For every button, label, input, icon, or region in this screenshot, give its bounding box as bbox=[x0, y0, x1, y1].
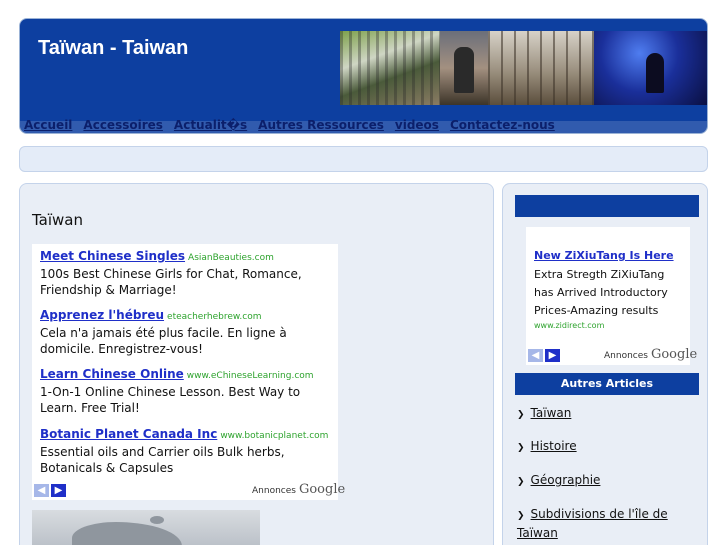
ad-description: Cela n'a jamais été plus facile. En lign… bbox=[40, 326, 287, 356]
article-link-histoire[interactable]: Histoire bbox=[531, 439, 577, 453]
sidebar-header-bar bbox=[515, 195, 699, 217]
main-nav: Accueil Accessoires Actualit�s Autres Re… bbox=[20, 118, 555, 134]
nav-link-autres-ressources[interactable]: Autres Ressources bbox=[258, 118, 384, 134]
chevron-left-icon[interactable]: ◀ bbox=[528, 349, 543, 362]
main-content: Taïwan Meet Chinese Singles AsianBeauties… bbox=[19, 183, 494, 545]
ad-item: Meet Chinese Singles AsianBeauties.com 10… bbox=[40, 249, 338, 298]
articles-heading: Autres Articles bbox=[515, 373, 699, 395]
ad-url[interactable]: www.eChineseLearning.com bbox=[187, 371, 314, 381]
ad-url[interactable]: eteacherhebrew.com bbox=[167, 312, 261, 322]
site-title: Taïwan - Taiwan bbox=[38, 37, 189, 59]
ad-title-link[interactable]: New ZiXiuTang Is Here bbox=[534, 249, 674, 262]
chevron-right-icon: ❯ bbox=[517, 511, 525, 521]
header-photo-dancer bbox=[440, 31, 488, 105]
ad-pager: ◀ ▶ bbox=[528, 349, 560, 362]
header-photo-concert bbox=[594, 31, 707, 105]
nav-link-videos[interactable]: videos bbox=[395, 118, 439, 134]
ad-description: 100s Best Chinese Girls for Chat, Romanc… bbox=[40, 267, 302, 297]
chevron-right-icon: ❯ bbox=[517, 410, 525, 420]
ad-description: Essential oils and Carrier oils Bulk her… bbox=[40, 445, 285, 475]
ad-block: Meet Chinese Singles AsianBeauties.com 10… bbox=[32, 244, 345, 500]
taiwan-map-image bbox=[32, 510, 260, 545]
ad-item: Apprenez l'hébreu eteacherhebrew.com Cela… bbox=[40, 308, 338, 357]
article-link-taiwan[interactable]: Taïwan bbox=[531, 406, 572, 420]
ad-choices-label[interactable]: Annonces Google bbox=[604, 347, 697, 362]
header-photo-crowd bbox=[340, 31, 440, 105]
ad-description: 1-On-1 Online Chinese Lesson. Best Way t… bbox=[40, 385, 301, 415]
ad-description: Extra Stregth ZiXiuTang has Arrived Intr… bbox=[534, 268, 668, 317]
chevron-left-icon[interactable]: ◀ bbox=[34, 484, 49, 497]
ad-item: Botanic Planet Canada Inc www.botanicplan… bbox=[40, 427, 338, 476]
ad-title-link[interactable]: Botanic Planet Canada Inc bbox=[40, 427, 217, 441]
ad-choices-label[interactable]: Annonces Google bbox=[252, 482, 345, 497]
nav-link-accueil[interactable]: Accueil bbox=[24, 118, 72, 134]
article-link-subdivisions[interactable]: Subdivisions de l'île de Taïwan bbox=[517, 507, 668, 540]
ad-title-link[interactable]: Apprenez l'hébreu bbox=[40, 308, 164, 322]
ad-pager: ◀ ▶ bbox=[34, 484, 66, 497]
nav-link-actualites[interactable]: Actualit�s bbox=[174, 118, 247, 134]
chevron-right-icon[interactable]: ▶ bbox=[545, 349, 560, 362]
article-item: ❯ Subdivisions de l'île de Taïwan bbox=[517, 506, 695, 542]
google-logo: Google bbox=[298, 482, 346, 497]
chevron-right-icon: ❯ bbox=[517, 443, 525, 453]
ad-title-link[interactable]: Learn Chinese Online bbox=[40, 367, 184, 381]
ad-url[interactable]: www.zidirect.com bbox=[534, 321, 604, 330]
google-logo: Google bbox=[650, 347, 698, 362]
nav-link-contact[interactable]: Contactez-nous bbox=[450, 118, 555, 134]
site-header: Taïwan - Taiwan bbox=[19, 18, 708, 134]
chevron-right-icon[interactable]: ▶ bbox=[51, 484, 66, 497]
sidebar: New ZiXiuTang Is Here Extra Stregth ZiXi… bbox=[502, 183, 708, 545]
ad-title-link[interactable]: Meet Chinese Singles bbox=[40, 249, 185, 263]
article-link-geographie[interactable]: Géographie bbox=[531, 473, 601, 487]
ad-url[interactable]: AsianBeauties.com bbox=[188, 253, 274, 263]
article-item: ❯ Taïwan bbox=[517, 405, 695, 424]
search-bar bbox=[19, 146, 708, 172]
header-photo-forest bbox=[488, 31, 594, 105]
page-title: Taïwan bbox=[32, 211, 84, 229]
ad-item: Learn Chinese Online www.eChineseLearning… bbox=[40, 367, 338, 416]
chevron-right-icon: ❯ bbox=[517, 477, 525, 487]
article-item: ❯ Histoire bbox=[517, 438, 695, 457]
header-photo-strip bbox=[340, 31, 707, 105]
article-item: ❯ Géographie bbox=[517, 472, 695, 491]
nav-link-accessoires[interactable]: Accessoires bbox=[83, 118, 163, 134]
sidebar-ad-block: New ZiXiuTang Is Here Extra Stregth ZiXi… bbox=[526, 227, 697, 365]
ad-url[interactable]: www.botanicplanet.com bbox=[220, 431, 328, 441]
